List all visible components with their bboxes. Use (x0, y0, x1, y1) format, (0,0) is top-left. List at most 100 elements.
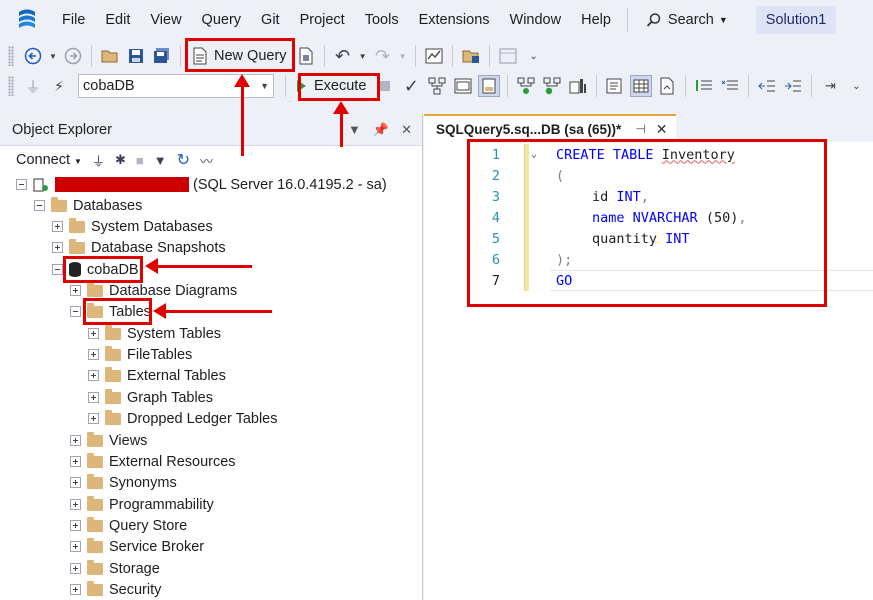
menu-project[interactable]: Project (290, 0, 355, 40)
server-node[interactable]: (SQL Server 16.0.4195.2 - sa) (16, 174, 387, 195)
expand-icon[interactable] (88, 370, 99, 381)
external-tables-node[interactable]: External Tables (88, 365, 226, 386)
security-node[interactable]: Security (70, 579, 161, 600)
toolbar-separator (323, 45, 325, 67)
expand-icon[interactable] (70, 499, 81, 510)
solution-explorer-icon[interactable] (460, 45, 482, 67)
forward-icon[interactable] (62, 45, 84, 67)
collapse-icon[interactable] (52, 264, 63, 275)
database-snapshots-node[interactable]: Database Snapshots (52, 237, 226, 258)
uncomment-lines-icon[interactable] (719, 75, 741, 97)
menu-tools[interactable]: Tools (355, 0, 409, 40)
pin-icon[interactable]: 📌 (373, 122, 389, 138)
system-databases-node[interactable]: System Databases (52, 216, 213, 237)
solution-name-badge[interactable]: Solution1 (755, 6, 837, 34)
undo-icon[interactable]: ↶ (332, 45, 354, 67)
open-folder-icon[interactable] (99, 45, 121, 67)
programmability-node[interactable]: Programmability (70, 494, 214, 515)
menu-file[interactable]: File (52, 0, 95, 40)
intellisense-toggle-icon[interactable] (478, 75, 501, 97)
save-all-icon[interactable] (151, 45, 173, 67)
menu-git[interactable]: Git (251, 0, 290, 40)
window-layout-icon[interactable] (497, 45, 519, 67)
activity-monitor-icon[interactable] (423, 45, 445, 67)
menu-window[interactable]: Window (500, 0, 572, 40)
parse-checkmark-icon[interactable]: ✓ (400, 75, 422, 97)
toolbar-overflow-icon[interactable]: ⌄ (523, 45, 545, 67)
tab-sqlquery5[interactable]: SQLQuery5.sq...DB (sa (65))* ⊣ ✕ (424, 114, 676, 142)
close-icon[interactable]: ✕ (401, 122, 412, 138)
results-to-text-icon[interactable] (604, 75, 626, 97)
stop-icon[interactable]: ■ (136, 153, 144, 168)
search-button[interactable]: Search ▼ (636, 12, 738, 28)
service-broker-node[interactable]: Service Broker (70, 536, 204, 557)
collapse-icon[interactable] (34, 200, 45, 211)
query-store-node[interactable]: Query Store (70, 515, 187, 536)
expand-icon[interactable] (70, 456, 81, 467)
expand-icon[interactable] (88, 328, 99, 339)
expand-icon[interactable] (88, 349, 99, 360)
refresh-icon[interactable]: ↻ (177, 150, 190, 170)
expand-icon[interactable] (52, 242, 63, 253)
menu-view[interactable]: View (140, 0, 191, 40)
folder-icon (87, 580, 103, 596)
menu-help[interactable]: Help (571, 0, 621, 40)
synonyms-node[interactable]: Synonyms (70, 472, 177, 493)
toolbar-grip[interactable] (8, 46, 14, 66)
activity-pulse-icon[interactable]: 〰 (200, 151, 213, 170)
dropped-ledger-tables-node[interactable]: Dropped Ledger Tables (88, 408, 277, 429)
expand-icon[interactable] (70, 563, 81, 574)
expand-icon[interactable] (88, 413, 99, 424)
toolbar-overflow-icon[interactable]: ⌄ (845, 75, 867, 97)
connect-plug-icon[interactable]: ⏚ (92, 151, 105, 170)
storage-node[interactable]: Storage (70, 558, 160, 579)
toolbar-grip[interactable] (8, 76, 14, 96)
results-to-file-icon[interactable] (656, 75, 678, 97)
menu-edit[interactable]: Edit (95, 0, 140, 40)
expand-icon[interactable] (52, 221, 63, 232)
expand-icon[interactable] (88, 392, 99, 403)
query-designer-icon[interactable] (452, 75, 474, 97)
filter-icon[interactable]: ▼ (154, 153, 167, 168)
external-resources-node[interactable]: External Resources (70, 451, 236, 472)
expand-icon[interactable] (70, 477, 81, 488)
expand-icon[interactable] (70, 520, 81, 531)
decrease-indent-icon[interactable] (756, 75, 778, 97)
expand-icon[interactable] (70, 584, 81, 595)
redo-icon[interactable]: ↷ (372, 45, 394, 67)
increase-indent-icon[interactable] (782, 75, 804, 97)
undo-dropdown-icon[interactable]: ▼ (358, 45, 368, 67)
databases-node[interactable]: Databases (34, 195, 142, 216)
expand-icon[interactable] (70, 541, 81, 552)
live-stats-icon[interactable] (541, 75, 563, 97)
new-query-highlight-box (185, 38, 295, 72)
comment-lines-icon[interactable] (693, 75, 715, 97)
panel-menu-icon[interactable]: ▼ (348, 122, 361, 138)
back-dropdown-icon[interactable]: ▼ (48, 45, 58, 67)
graph-tables-node[interactable]: Graph Tables (88, 387, 213, 408)
menu-extensions[interactable]: Extensions (409, 0, 500, 40)
save-icon[interactable] (125, 45, 147, 67)
connect-button[interactable]: Connect ▼ (16, 152, 82, 168)
client-stats-icon[interactable] (567, 75, 589, 97)
change-connection-icon[interactable]: ⚡ (48, 75, 70, 97)
include-plan-icon[interactable] (515, 75, 537, 97)
close-icon[interactable]: ✕ (656, 121, 668, 138)
estimated-plan-icon[interactable] (426, 75, 448, 97)
disconnect-icon[interactable]: ✱ (115, 152, 126, 168)
redo-dropdown-icon[interactable]: ▼ (398, 45, 408, 67)
specify-template-values-icon[interactable]: ⇥ (819, 75, 841, 97)
back-icon[interactable] (22, 45, 44, 67)
system-tables-node[interactable]: System Tables (88, 323, 221, 344)
menu-query[interactable]: Query (192, 0, 252, 40)
filetables-node[interactable]: FileTables (88, 344, 192, 365)
query-options-icon[interactable] (295, 45, 317, 67)
collapse-icon[interactable] (16, 179, 27, 190)
collapse-icon[interactable] (70, 306, 81, 317)
views-node[interactable]: Views (70, 430, 147, 451)
connect-plug-icon[interactable]: ⏚ (22, 75, 44, 97)
expand-icon[interactable] (70, 285, 81, 296)
pin-icon[interactable]: ⊣ (635, 122, 645, 136)
expand-icon[interactable] (70, 435, 81, 446)
results-to-grid-icon[interactable] (630, 75, 653, 97)
